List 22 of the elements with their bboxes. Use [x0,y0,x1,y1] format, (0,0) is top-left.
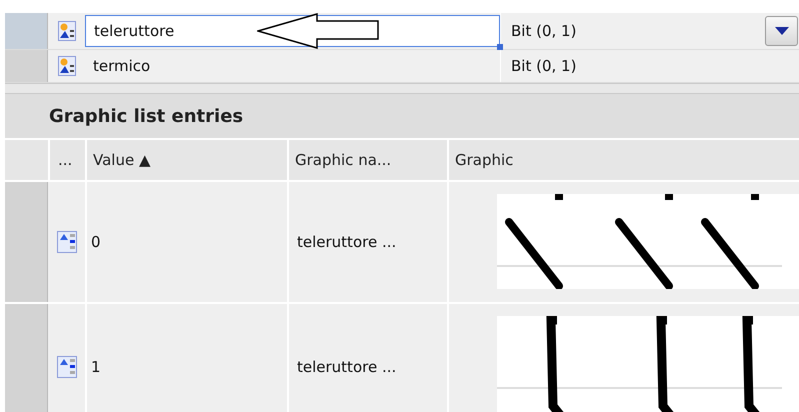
table-cell: teleruttore ... [287,304,447,412]
table-cell: 0 [85,182,287,302]
column-header[interactable]: Graphic [447,140,799,180]
table-cell-text: termico [92,56,152,77]
picture-list-icon [58,56,76,76]
entry-icon [56,231,76,253]
column-header[interactable]: Value ▲ [85,140,287,180]
table-cell: teleruttore ... [287,182,447,302]
column-header[interactable]: Graphic na... [287,140,447,180]
row-header[interactable] [5,13,48,49]
dropdown-button[interactable] [765,16,798,46]
row-header[interactable] [5,304,48,412]
row-header[interactable] [5,182,48,302]
row-header[interactable] [5,50,48,82]
picture-list-icon [58,21,76,41]
caret-icon [774,27,788,35]
table-cell: 1 [85,304,287,412]
splitter[interactable] [5,83,799,94]
entry-icon [56,356,76,378]
column-header[interactable]: ... [48,140,85,180]
section-title: Graphic list entries [5,94,799,138]
table-cell: Bit (0, 1) [500,50,765,82]
